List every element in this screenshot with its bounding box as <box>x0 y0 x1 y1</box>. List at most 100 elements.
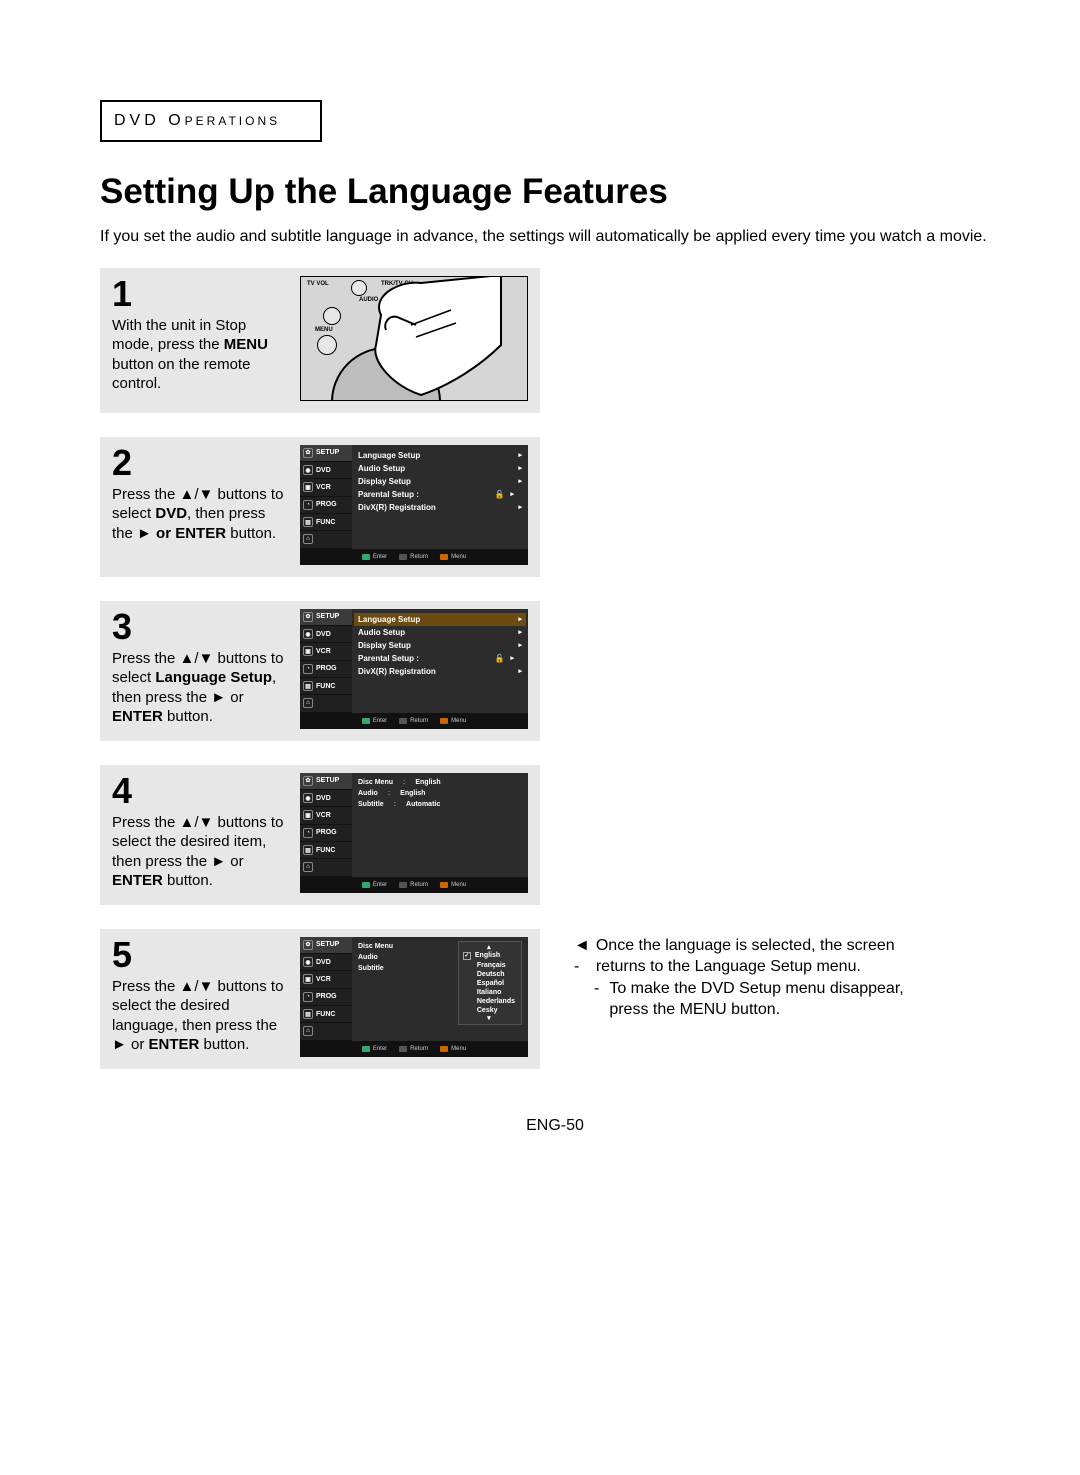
gear-icon: ✿ <box>303 776 313 786</box>
lock-icon: 🔓 <box>495 654 505 663</box>
side-tab-setup: ✿SETUP <box>300 609 352 626</box>
side-tab-dvd: ◉DVD <box>300 790 352 807</box>
chevron-right-icon: ▸ <box>518 464 522 472</box>
chevron-up-icon: ▴ <box>463 944 515 951</box>
chevron-right-icon: ▸ <box>518 503 522 511</box>
lang-row: Subtitle:Automatic <box>358 799 522 810</box>
clock-icon: ◔ <box>303 500 313 510</box>
section-label-big: DVD O <box>114 112 185 129</box>
side-tab-prog: ◔PROG <box>300 825 352 842</box>
gear-icon: ✿ <box>303 612 313 622</box>
step-4-text: Press the ▲/▼ buttons to select the desi… <box>112 813 286 891</box>
grid-icon: ▤ <box>303 845 313 855</box>
tape-icon: ▣ <box>303 646 313 656</box>
step-3-num: 3 <box>112 609 286 645</box>
chevron-right-icon: ▸ <box>510 490 514 498</box>
menu-item: Language Setup▸ <box>358 449 522 462</box>
chevron-down-icon: ▾ <box>463 1015 515 1022</box>
side-tab-prog: ◔PROG <box>300 989 352 1006</box>
step-2-text: Press the ▲/▼ buttons to select DVD, the… <box>112 485 286 544</box>
lock-icon: 🔓 <box>495 490 505 499</box>
side-tab-func: ▤FUNC <box>300 514 352 531</box>
disc-icon: ◉ <box>303 793 313 803</box>
side-tab-home: ⌂ <box>300 859 352 876</box>
osd-body-2: Language Setup▸ Audio Setup▸ Display Set… <box>352 445 528 549</box>
language-submenu: ▴ ✓English Français Deutsch Español Ital… <box>458 941 522 1025</box>
remote-illustration: TV VOL TRK/TV CH AUDIO MENU <box>300 276 528 401</box>
side-tab-func: ▤FUNC <box>300 1006 352 1023</box>
side-tab-setup: ✿SETUP <box>300 445 352 462</box>
gear-icon: ✿ <box>303 448 313 458</box>
disc-icon: ◉ <box>303 629 313 639</box>
hand-icon <box>361 276 511 401</box>
side-tab-vcr: ▣VCR <box>300 807 352 824</box>
lang-option: Español <box>463 979 515 988</box>
section-label-small: PERATIONS <box>185 114 280 128</box>
step-2-num: 2 <box>112 445 286 481</box>
grid-icon: ▤ <box>303 681 313 691</box>
osd-screenshot-4: ✿SETUP ◉DVD ▣VCR ◔PROG ▤FUNC ⌂ Disc Menu… <box>300 773 528 893</box>
osd-footer: Enter Return Menu <box>300 549 528 565</box>
lang-option: Français <box>463 961 515 970</box>
chevron-right-icon: ▸ <box>518 615 522 623</box>
home-icon: ⌂ <box>303 698 313 708</box>
clock-icon: ◔ <box>303 992 313 1002</box>
menu-item: Parental Setup :🔓▸ <box>358 488 522 501</box>
step-5-text: Press the ▲/▼ buttons to select the desi… <box>112 977 286 1055</box>
minus-button-icon <box>323 307 341 325</box>
section-box: DVD OPERATIONS <box>100 100 322 142</box>
tape-icon: ▣ <box>303 810 313 820</box>
side-tab-home: ⌂ <box>300 1023 352 1040</box>
grid-icon: ▤ <box>303 517 313 527</box>
side-tab-dvd: ◉DVD <box>300 626 352 643</box>
label-menu: MENU <box>315 327 333 333</box>
notes: ◄ - Once the language is selected, the s… <box>570 935 930 1093</box>
lang-row: Audio:English <box>358 788 522 799</box>
step-3: 3 Press the ▲/▼ buttons to select Langua… <box>100 601 540 741</box>
gear-icon: ✿ <box>303 940 313 950</box>
page-number: ENG-50 <box>100 1117 1010 1135</box>
side-tab-func: ▤FUNC <box>300 678 352 695</box>
side-tab-func: ▤FUNC <box>300 842 352 859</box>
note-1: Once the language is selected, the scree… <box>596 935 930 978</box>
lang-option: ✓English <box>463 951 515 961</box>
step-1: 1 With the unit in Stop mode, press the … <box>100 268 540 413</box>
home-icon: ⌂ <box>303 862 313 872</box>
osd-side-tabs: ✿SETUP ◉DVD ▣VCR ◔PROG ▤FUNC ⌂ <box>300 445 352 549</box>
side-tab-setup: ✿SETUP <box>300 773 352 790</box>
chevron-right-icon: ▸ <box>518 641 522 649</box>
step-4: 4 Press the ▲/▼ buttons to select the de… <box>100 765 540 905</box>
footer-menu: Menu <box>440 554 466 560</box>
chevron-right-icon: ▸ <box>518 667 522 675</box>
side-tab-vcr: ▣VCR <box>300 643 352 660</box>
lang-row: Disc Menu:English <box>358 777 522 788</box>
menu-item: Audio Setup▸ <box>358 462 522 475</box>
step-2: 2 Press the ▲/▼ buttons to select DVD, t… <box>100 437 540 577</box>
side-tab-home: ⌂ <box>300 531 352 548</box>
osd-screenshot-3: ✿SETUP ◉DVD ▣VCR ◔PROG ▤FUNC ⌂ Language … <box>300 609 528 729</box>
chevron-right-icon: ▸ <box>518 477 522 485</box>
footer-return: Return <box>399 554 428 560</box>
osd-screenshot-2: ✿SETUP ◉DVD ▣VCR ◔PROG ▤FUNC ⌂ Language … <box>300 445 528 565</box>
chevron-right-icon: ▸ <box>518 451 522 459</box>
menu-button-icon <box>317 335 337 355</box>
lang-option: Italiano <box>463 988 515 997</box>
triangle-left-icon: ◄ - <box>574 935 590 978</box>
side-tab-prog: ◔PROG <box>300 497 352 514</box>
side-tab-dvd: ◉DVD <box>300 462 352 479</box>
step-5: 5 Press the ▲/▼ buttons to select the de… <box>100 929 540 1069</box>
chevron-right-icon: ▸ <box>518 628 522 636</box>
side-tab-home: ⌂ <box>300 695 352 712</box>
check-icon: ✓ <box>463 952 471 960</box>
step-1-text: With the unit in Stop mode, press the ME… <box>112 316 286 394</box>
label-tvvol: TV VOL <box>307 281 329 287</box>
tape-icon: ▣ <box>303 482 313 492</box>
step-3-text: Press the ▲/▼ buttons to select Language… <box>112 649 286 727</box>
side-tab-dvd: ◉DVD <box>300 954 352 971</box>
menu-item: DivX(R) Registration▸ <box>358 501 522 514</box>
step-1-num: 1 <box>112 276 286 312</box>
side-tab-vcr: ▣VCR <box>300 971 352 988</box>
home-icon: ⌂ <box>303 1026 313 1036</box>
tape-icon: ▣ <box>303 974 313 984</box>
side-tab-setup: ✿SETUP <box>300 937 352 954</box>
